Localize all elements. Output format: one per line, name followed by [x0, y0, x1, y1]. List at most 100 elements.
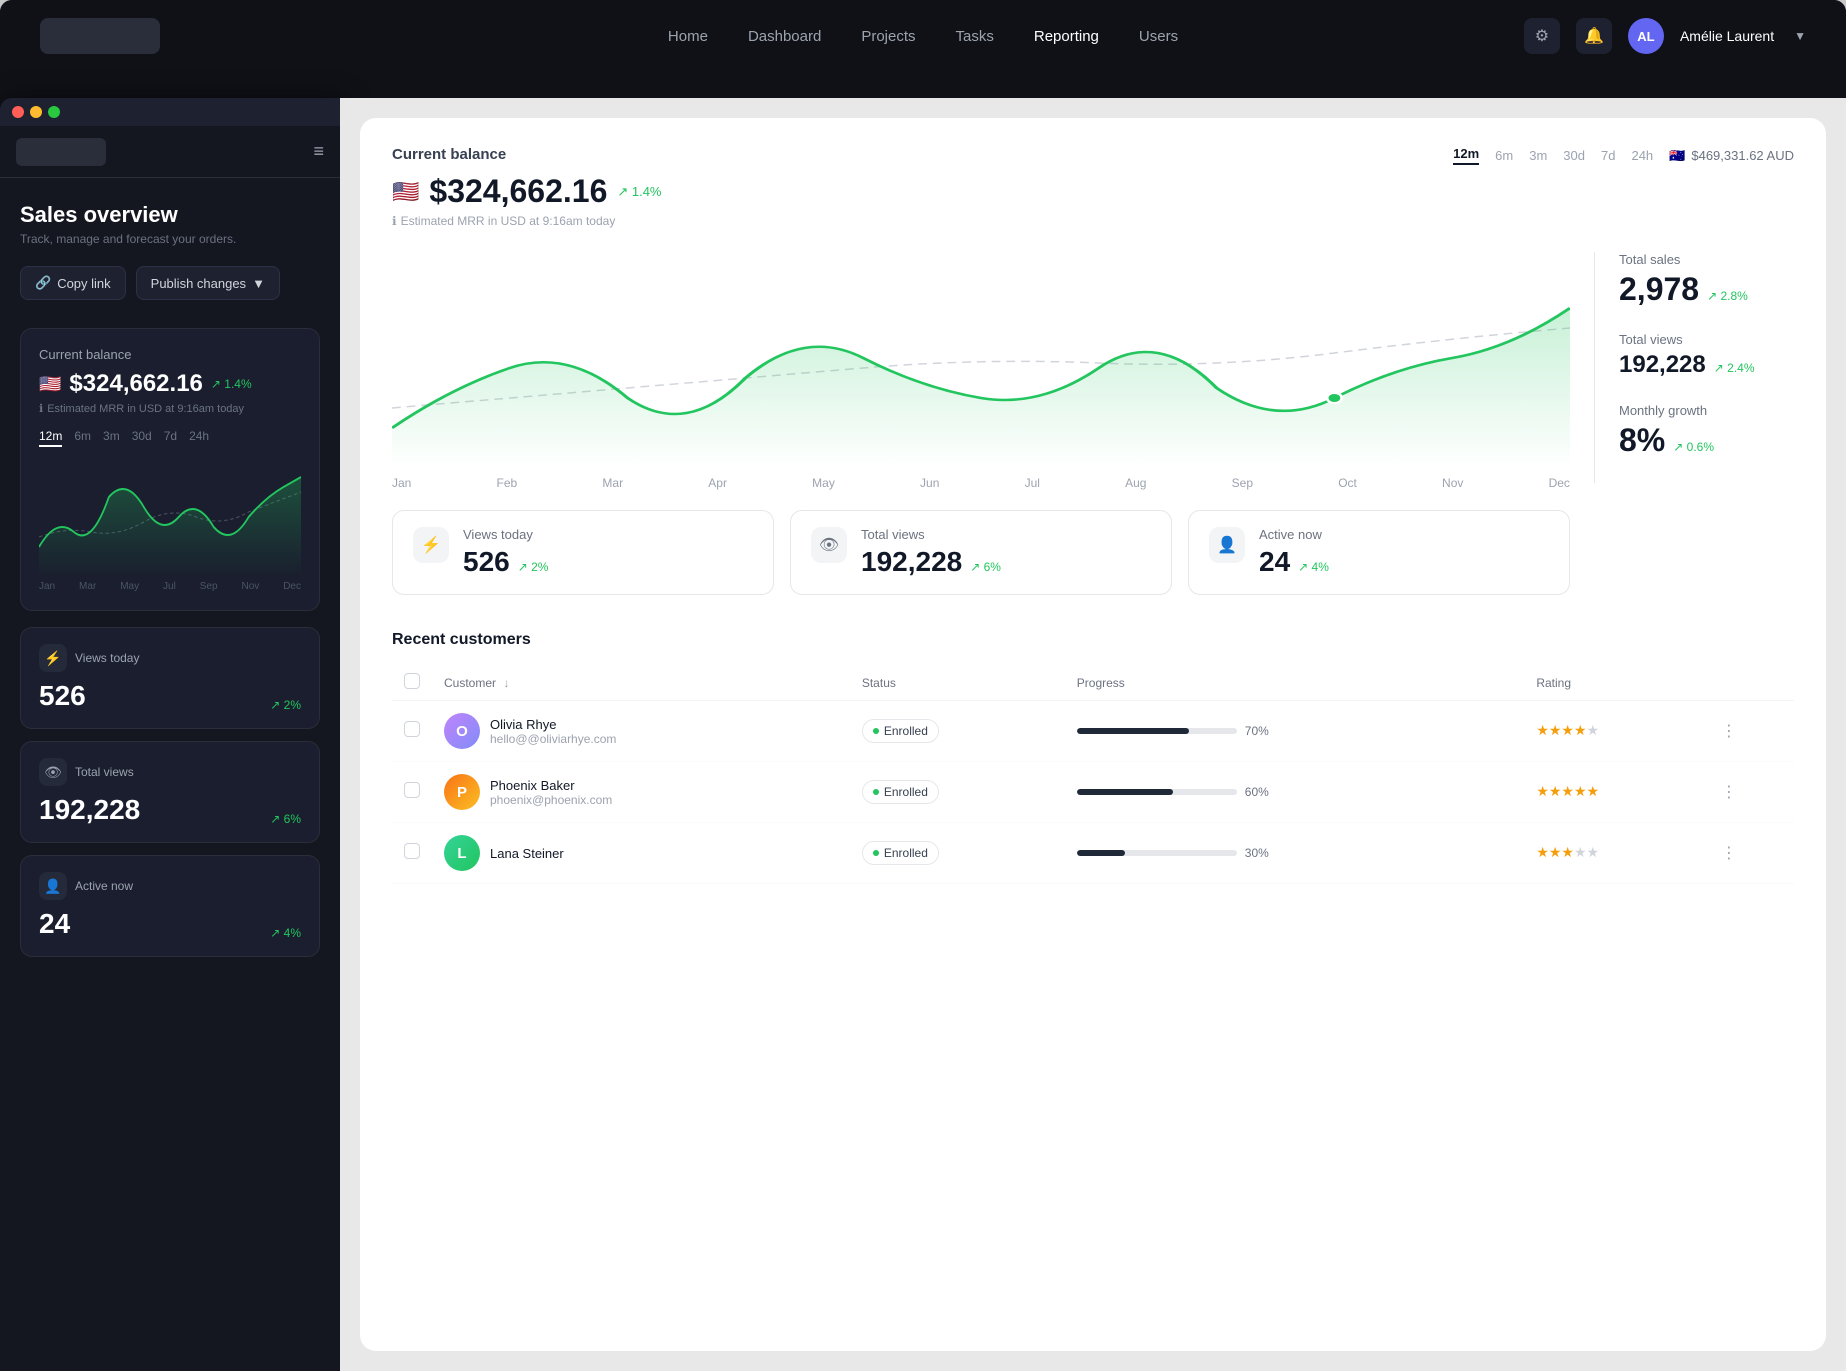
chart-layout: Jan Feb Mar Apr May Jun Jul Aug Sep Oct …	[392, 252, 1794, 623]
total-views-content: Total views 192,228 ↗ 6%	[861, 527, 1001, 578]
customer-email-olivia: hello@@oliviarhye.com	[490, 732, 616, 746]
main-est-text: Estimated MRR in USD at 9:16am today	[401, 214, 616, 228]
th-progress: Progress	[1065, 665, 1525, 701]
customer-name-olivia: Olivia Rhye	[490, 717, 616, 732]
row-checkbox[interactable]	[404, 721, 420, 737]
sidebar-actions: 🔗 Copy link Publish changes ▼	[20, 266, 320, 300]
actions-cell-lana: ⋮	[1709, 823, 1794, 884]
traffic-green[interactable]	[48, 106, 60, 118]
main-info-icon: ℹ	[392, 214, 397, 228]
more-options-icon-phoenix[interactable]: ⋮	[1721, 784, 1737, 801]
main-time-tabs: 12m 6m 3m 30d 7d 24h	[1453, 146, 1653, 165]
nav-home[interactable]: Home	[668, 28, 708, 45]
views-today-content: Views today 526 ↗ 2%	[463, 527, 548, 578]
right-stats-panel: Total sales 2,978 ↗ 2.8% Total views 192…	[1594, 252, 1794, 483]
row-checkbox-lana[interactable]	[404, 843, 420, 859]
progress-label-lana: 30%	[1245, 846, 1269, 860]
right-total-views-change: ↗ 2.4%	[1714, 361, 1755, 375]
empty-stars-lana: ★★	[1574, 844, 1599, 860]
hamburger-icon[interactable]: ≡	[313, 141, 324, 162]
sidebar-views-today-header: ⚡ Views today	[39, 644, 301, 672]
views-today-card: ⚡ Views today 526 ↗ 2%	[392, 510, 774, 595]
status-label-lana: Enrolled	[884, 846, 928, 860]
sidebar-copy-icon: 🔗	[35, 275, 51, 291]
tab-7d[interactable]: 7d	[164, 429, 177, 447]
sidebar-publish-button[interactable]: Publish changes ▼	[136, 266, 280, 300]
main-tab-7d[interactable]: 7d	[1601, 148, 1615, 163]
customer-details: Olivia Rhye hello@@oliviarhye.com	[490, 717, 616, 746]
main-tab-3m[interactable]: 3m	[1529, 148, 1547, 163]
customer-cell: O Olivia Rhye hello@@oliviarhye.com	[432, 701, 850, 762]
chart-x-jan: Jan	[392, 476, 411, 490]
right-monthly-growth-value: 8%	[1619, 422, 1665, 459]
tab-3m[interactable]: 3m	[103, 429, 120, 447]
bell-icon[interactable]: 🔔	[1576, 18, 1612, 54]
rating-cell-phoenix: ★★★★★	[1524, 762, 1709, 823]
chart-label-mar: Mar	[79, 581, 96, 592]
nav-dashboard[interactable]: Dashboard	[748, 28, 821, 45]
sidebar-views-today-label: Views today	[75, 651, 139, 665]
main-tab-30d[interactable]: 30d	[1563, 148, 1585, 163]
customer-info-phoenix: P Phoenix Baker phoenix@phoenix.com	[444, 774, 838, 810]
user-avatar: AL	[1628, 18, 1664, 54]
nav-users[interactable]: Users	[1139, 28, 1178, 45]
more-options-icon-olivia[interactable]: ⋮	[1721, 723, 1737, 740]
th-customer[interactable]: Customer ↓	[432, 665, 850, 701]
nav-projects[interactable]: Projects	[861, 28, 915, 45]
customer-avatar-lana: L	[444, 835, 480, 871]
nav-reporting[interactable]: Reporting	[1034, 28, 1099, 45]
recent-customers-section: Recent customers Customer ↓ Status Progr…	[392, 631, 1794, 884]
sort-icon: ↓	[503, 676, 509, 690]
main-tab-12m[interactable]: 12m	[1453, 146, 1479, 165]
sidebar-total-views-label: Total views	[75, 765, 134, 779]
chart-label-may: May	[120, 581, 139, 592]
user-chevron-icon[interactable]: ▼	[1794, 29, 1806, 43]
right-total-views: Total views 192,228 ↗ 2.4%	[1619, 332, 1794, 379]
sidebar-views-today-value: 526	[39, 680, 86, 712]
traffic-red[interactable]	[12, 106, 24, 118]
tab-30d[interactable]: 30d	[132, 429, 152, 447]
bg-logo	[40, 18, 160, 54]
main-balance-left: Current balance 🇺🇸 $324,662.16 ↗ 1.4% ℹ …	[392, 146, 662, 228]
sidebar-copy-link-button[interactable]: 🔗 Copy link	[20, 266, 126, 300]
main-tab-24h[interactable]: 24h	[1631, 148, 1653, 163]
tab-6m[interactable]: 6m	[74, 429, 91, 447]
progress-fill-olivia	[1077, 728, 1189, 734]
main-aud-amount: $469,331.62 AUD	[1691, 148, 1794, 163]
customer-name-lana: Lana Steiner	[490, 846, 564, 861]
total-views-card: 👁 Total views 192,228 ↗ 6%	[790, 510, 1172, 595]
customer-name-phoenix: Phoenix Baker	[490, 778, 612, 793]
th-status: Status	[850, 665, 1065, 701]
chart-x-nov: Nov	[1442, 476, 1463, 490]
tab-12m[interactable]: 12m	[39, 429, 62, 447]
right-total-sales-value: 2,978	[1619, 271, 1699, 308]
more-options-icon-lana[interactable]: ⋮	[1721, 845, 1737, 862]
customers-table-header-row: Customer ↓ Status Progress Rating	[392, 665, 1794, 701]
customers-section-title: Recent customers	[392, 631, 1794, 649]
row-checkbox-phoenix[interactable]	[404, 782, 420, 798]
select-all-checkbox[interactable]	[404, 673, 420, 689]
settings-icon[interactable]: ⚙	[1524, 18, 1560, 54]
customer-col-label: Customer	[444, 676, 496, 690]
total-views-label: Total views	[861, 527, 1001, 542]
active-now-label: Active now	[1259, 527, 1329, 542]
status-label-phoenix: Enrolled	[884, 785, 928, 799]
sidebar-nav: ≡	[0, 126, 340, 178]
actions-cell-phoenix: ⋮	[1709, 762, 1794, 823]
sidebar-est-label: Estimated MRR in USD at 9:16am today	[47, 403, 244, 415]
sidebar-titlebar	[0, 98, 340, 126]
stats-cards-row: ⚡ Views today 526 ↗ 2% 👁	[392, 510, 1570, 595]
right-monthly-growth-label: Monthly growth	[1619, 403, 1794, 418]
main-tab-6m[interactable]: 6m	[1495, 148, 1513, 163]
nav-tasks[interactable]: Tasks	[956, 28, 994, 45]
traffic-yellow[interactable]	[30, 106, 42, 118]
right-total-sales-label: Total sales	[1619, 252, 1794, 267]
total-views-eye-icon: 👁	[811, 527, 847, 563]
chart-label-jan: Jan	[39, 581, 55, 592]
progress-fill-phoenix	[1077, 789, 1173, 795]
main-balance-right: 12m 6m 3m 30d 7d 24h 🇦🇺 $469,331.62 AUD	[1453, 146, 1794, 177]
stars-phoenix: ★★★★★	[1536, 783, 1599, 799]
sidebar-balance-est: ℹ Estimated MRR in USD at 9:16am today	[39, 402, 301, 415]
tab-24h[interactable]: 24h	[189, 429, 209, 447]
customers-table-head: Customer ↓ Status Progress Rating	[392, 665, 1794, 701]
